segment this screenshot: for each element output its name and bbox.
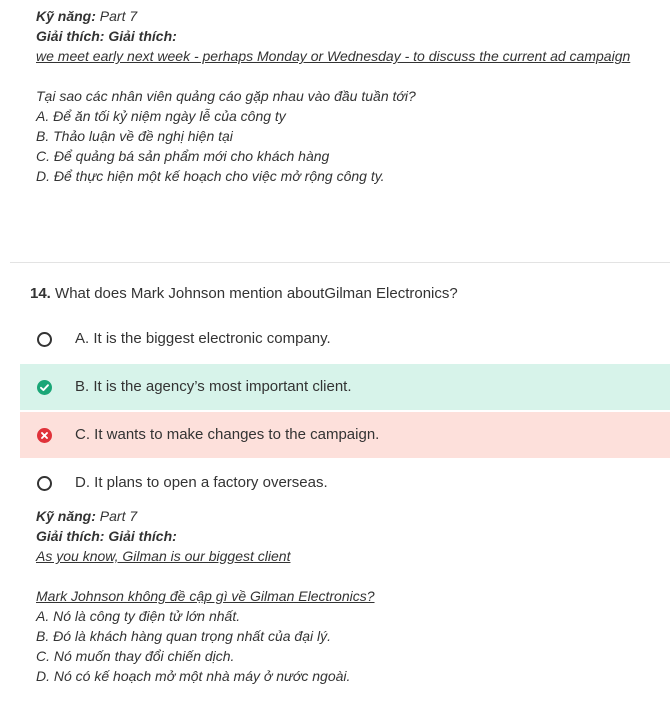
option-a[interactable]: A. It is the biggest electronic company.: [20, 316, 670, 362]
prev-option-vi-c: C. Để quảng bá sản phẩm mới cho khách hà…: [36, 148, 330, 164]
skill-line: Kỹ năng: Part 7: [36, 506, 375, 526]
prev-skill-label: Kỹ năng:: [36, 8, 96, 24]
question-vi: Mark Johnson không đề cập gì về Gilman E…: [36, 588, 375, 604]
check-circle-icon: [37, 380, 52, 395]
prev-skill-line: Kỹ năng: Part 7: [36, 6, 630, 26]
evidence: As you know, Gilman is our biggest clien…: [36, 548, 291, 564]
explanation: Kỹ năng: Part 7 Giải thích: Giải thích: …: [36, 506, 375, 686]
prev-option-vi-b: B. Thảo luận về đề nghị hiện tại: [36, 128, 233, 144]
option-b-label: B. It is the agency’s most important cli…: [75, 378, 352, 395]
option-b[interactable]: B. It is the agency’s most important cli…: [20, 364, 670, 410]
option-c[interactable]: C. It wants to make changes to the campa…: [20, 412, 670, 458]
skill-value: Part 7: [99, 508, 138, 524]
question-divider: [10, 262, 670, 263]
radio-empty-icon: [37, 476, 52, 491]
option-d-label: D. It plans to open a factory overseas.: [75, 474, 328, 491]
option-c-label: C. It wants to make changes to the campa…: [75, 426, 380, 443]
prev-option-vi-a: A. Để ăn tối kỷ niệm ngày lễ của công ty: [36, 108, 286, 124]
prev-evidence: we meet early next week - perhaps Monday…: [36, 48, 631, 64]
explanation-label: Giải thích: Giải thích:: [36, 528, 177, 544]
option-vi-d: D. Nó có kế hoạch mở một nhà máy ở nước …: [36, 668, 351, 684]
question-text: What does Mark Johnson mention aboutGilm…: [55, 285, 458, 302]
option-vi-a: A. Nó là công ty điện tử lớn nhất.: [36, 608, 241, 624]
question-number: 14.: [30, 285, 51, 302]
prev-question-vi: Tại sao các nhân viên quảng cáo gặp nhau…: [36, 88, 416, 104]
radio-empty-icon: [37, 332, 52, 347]
prev-option-vi-d: D. Để thực hiện một kế hoạch cho việc mở…: [36, 168, 385, 184]
option-d[interactable]: D. It plans to open a factory overseas.: [20, 460, 670, 506]
question-title: 14. What does Mark Johnson mention about…: [30, 284, 458, 304]
prev-skill-value: Part 7: [99, 8, 138, 24]
option-vi-b: B. Đó là khách hàng quan trọng nhất của …: [36, 628, 331, 644]
option-a-label: A. It is the biggest electronic company.: [75, 330, 331, 347]
skill-label: Kỹ năng:: [36, 508, 96, 524]
prev-explanation-label: Giải thích: Giải thích:: [36, 28, 177, 44]
option-vi-c: C. Nó muốn thay đổi chiến dịch.: [36, 648, 235, 664]
prev-explanation: Kỹ năng: Part 7 Giải thích: Giải thích: …: [36, 6, 630, 186]
cross-circle-icon: [37, 428, 52, 443]
